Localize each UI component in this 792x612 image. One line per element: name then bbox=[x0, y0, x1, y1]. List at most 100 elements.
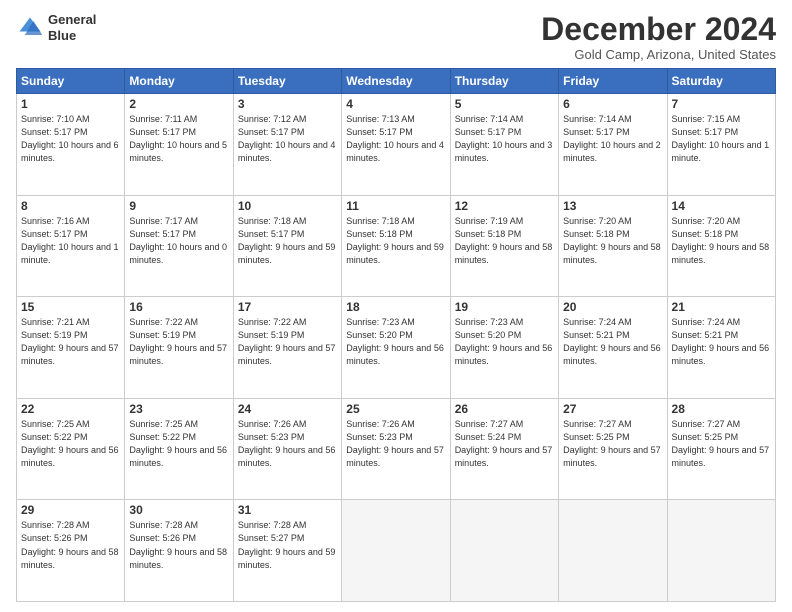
calendar-week-row: 29 Sunrise: 7:28 AMSunset: 5:26 PMDaylig… bbox=[17, 500, 776, 602]
day-number: 11 bbox=[346, 199, 445, 213]
day-number: 16 bbox=[129, 300, 228, 314]
logo-text: General Blue bbox=[48, 12, 96, 43]
table-row: 7 Sunrise: 7:15 AMSunset: 5:17 PMDayligh… bbox=[667, 94, 775, 196]
day-info: Sunrise: 7:22 AMSunset: 5:19 PMDaylight:… bbox=[129, 316, 228, 368]
table-row bbox=[342, 500, 450, 602]
day-number: 8 bbox=[21, 199, 120, 213]
calendar-table: Sunday Monday Tuesday Wednesday Thursday… bbox=[16, 68, 776, 602]
table-row: 18 Sunrise: 7:23 AMSunset: 5:20 PMDaylig… bbox=[342, 297, 450, 399]
day-number: 1 bbox=[21, 97, 120, 111]
page: General Blue December 2024 Gold Camp, Ar… bbox=[0, 0, 792, 612]
day-number: 6 bbox=[563, 97, 662, 111]
day-info: Sunrise: 7:10 AMSunset: 5:17 PMDaylight:… bbox=[21, 113, 120, 165]
day-info: Sunrise: 7:18 AMSunset: 5:18 PMDaylight:… bbox=[346, 215, 445, 267]
col-tuesday: Tuesday bbox=[233, 69, 341, 94]
day-number: 2 bbox=[129, 97, 228, 111]
table-row: 21 Sunrise: 7:24 AMSunset: 5:21 PMDaylig… bbox=[667, 297, 775, 399]
day-number: 26 bbox=[455, 402, 554, 416]
day-number: 7 bbox=[672, 97, 771, 111]
day-number: 20 bbox=[563, 300, 662, 314]
day-number: 31 bbox=[238, 503, 337, 517]
day-number: 13 bbox=[563, 199, 662, 213]
table-row: 16 Sunrise: 7:22 AMSunset: 5:19 PMDaylig… bbox=[125, 297, 233, 399]
logo-icon bbox=[16, 14, 44, 42]
day-number: 17 bbox=[238, 300, 337, 314]
day-number: 19 bbox=[455, 300, 554, 314]
day-number: 15 bbox=[21, 300, 120, 314]
day-number: 27 bbox=[563, 402, 662, 416]
table-row: 25 Sunrise: 7:26 AMSunset: 5:23 PMDaylig… bbox=[342, 398, 450, 500]
day-number: 4 bbox=[346, 97, 445, 111]
day-info: Sunrise: 7:11 AMSunset: 5:17 PMDaylight:… bbox=[129, 113, 228, 165]
day-info: Sunrise: 7:22 AMSunset: 5:19 PMDaylight:… bbox=[238, 316, 337, 368]
col-thursday: Thursday bbox=[450, 69, 558, 94]
col-friday: Friday bbox=[559, 69, 667, 94]
table-row: 12 Sunrise: 7:19 AMSunset: 5:18 PMDaylig… bbox=[450, 195, 558, 297]
table-row: 8 Sunrise: 7:16 AMSunset: 5:17 PMDayligh… bbox=[17, 195, 125, 297]
table-row: 23 Sunrise: 7:25 AMSunset: 5:22 PMDaylig… bbox=[125, 398, 233, 500]
table-row: 1 Sunrise: 7:10 AMSunset: 5:17 PMDayligh… bbox=[17, 94, 125, 196]
day-info: Sunrise: 7:17 AMSunset: 5:17 PMDaylight:… bbox=[129, 215, 228, 267]
table-row: 24 Sunrise: 7:26 AMSunset: 5:23 PMDaylig… bbox=[233, 398, 341, 500]
day-info: Sunrise: 7:19 AMSunset: 5:18 PMDaylight:… bbox=[455, 215, 554, 267]
day-info: Sunrise: 7:15 AMSunset: 5:17 PMDaylight:… bbox=[672, 113, 771, 165]
table-row: 5 Sunrise: 7:14 AMSunset: 5:17 PMDayligh… bbox=[450, 94, 558, 196]
col-sunday: Sunday bbox=[17, 69, 125, 94]
month-title: December 2024 bbox=[541, 12, 776, 47]
day-info: Sunrise: 7:27 AMSunset: 5:24 PMDaylight:… bbox=[455, 418, 554, 470]
day-info: Sunrise: 7:26 AMSunset: 5:23 PMDaylight:… bbox=[238, 418, 337, 470]
day-number: 29 bbox=[21, 503, 120, 517]
table-row: 27 Sunrise: 7:27 AMSunset: 5:25 PMDaylig… bbox=[559, 398, 667, 500]
day-number: 25 bbox=[346, 402, 445, 416]
table-row: 15 Sunrise: 7:21 AMSunset: 5:19 PMDaylig… bbox=[17, 297, 125, 399]
calendar-week-row: 8 Sunrise: 7:16 AMSunset: 5:17 PMDayligh… bbox=[17, 195, 776, 297]
table-row: 30 Sunrise: 7:28 AMSunset: 5:26 PMDaylig… bbox=[125, 500, 233, 602]
table-row: 10 Sunrise: 7:18 AMSunset: 5:17 PMDaylig… bbox=[233, 195, 341, 297]
day-number: 28 bbox=[672, 402, 771, 416]
table-row: 31 Sunrise: 7:28 AMSunset: 5:27 PMDaylig… bbox=[233, 500, 341, 602]
col-saturday: Saturday bbox=[667, 69, 775, 94]
day-info: Sunrise: 7:25 AMSunset: 5:22 PMDaylight:… bbox=[129, 418, 228, 470]
day-info: Sunrise: 7:14 AMSunset: 5:17 PMDaylight:… bbox=[563, 113, 662, 165]
day-number: 12 bbox=[455, 199, 554, 213]
day-info: Sunrise: 7:28 AMSunset: 5:27 PMDaylight:… bbox=[238, 519, 337, 571]
title-block: December 2024 Gold Camp, Arizona, United… bbox=[541, 12, 776, 62]
day-number: 9 bbox=[129, 199, 228, 213]
day-info: Sunrise: 7:20 AMSunset: 5:18 PMDaylight:… bbox=[563, 215, 662, 267]
col-monday: Monday bbox=[125, 69, 233, 94]
day-number: 24 bbox=[238, 402, 337, 416]
calendar-week-row: 22 Sunrise: 7:25 AMSunset: 5:22 PMDaylig… bbox=[17, 398, 776, 500]
day-info: Sunrise: 7:20 AMSunset: 5:18 PMDaylight:… bbox=[672, 215, 771, 267]
table-row: 14 Sunrise: 7:20 AMSunset: 5:18 PMDaylig… bbox=[667, 195, 775, 297]
day-number: 30 bbox=[129, 503, 228, 517]
day-info: Sunrise: 7:24 AMSunset: 5:21 PMDaylight:… bbox=[563, 316, 662, 368]
table-row bbox=[559, 500, 667, 602]
day-info: Sunrise: 7:23 AMSunset: 5:20 PMDaylight:… bbox=[346, 316, 445, 368]
location: Gold Camp, Arizona, United States bbox=[541, 47, 776, 62]
day-info: Sunrise: 7:28 AMSunset: 5:26 PMDaylight:… bbox=[21, 519, 120, 571]
table-row bbox=[667, 500, 775, 602]
day-number: 21 bbox=[672, 300, 771, 314]
day-info: Sunrise: 7:26 AMSunset: 5:23 PMDaylight:… bbox=[346, 418, 445, 470]
table-row: 9 Sunrise: 7:17 AMSunset: 5:17 PMDayligh… bbox=[125, 195, 233, 297]
table-row: 20 Sunrise: 7:24 AMSunset: 5:21 PMDaylig… bbox=[559, 297, 667, 399]
day-info: Sunrise: 7:18 AMSunset: 5:17 PMDaylight:… bbox=[238, 215, 337, 267]
day-number: 14 bbox=[672, 199, 771, 213]
table-row: 6 Sunrise: 7:14 AMSunset: 5:17 PMDayligh… bbox=[559, 94, 667, 196]
calendar-week-row: 1 Sunrise: 7:10 AMSunset: 5:17 PMDayligh… bbox=[17, 94, 776, 196]
day-info: Sunrise: 7:27 AMSunset: 5:25 PMDaylight:… bbox=[672, 418, 771, 470]
day-number: 10 bbox=[238, 199, 337, 213]
day-info: Sunrise: 7:27 AMSunset: 5:25 PMDaylight:… bbox=[563, 418, 662, 470]
table-row: 3 Sunrise: 7:12 AMSunset: 5:17 PMDayligh… bbox=[233, 94, 341, 196]
table-row: 13 Sunrise: 7:20 AMSunset: 5:18 PMDaylig… bbox=[559, 195, 667, 297]
table-row: 2 Sunrise: 7:11 AMSunset: 5:17 PMDayligh… bbox=[125, 94, 233, 196]
day-info: Sunrise: 7:25 AMSunset: 5:22 PMDaylight:… bbox=[21, 418, 120, 470]
day-number: 22 bbox=[21, 402, 120, 416]
day-number: 5 bbox=[455, 97, 554, 111]
day-info: Sunrise: 7:28 AMSunset: 5:26 PMDaylight:… bbox=[129, 519, 228, 571]
table-row: 22 Sunrise: 7:25 AMSunset: 5:22 PMDaylig… bbox=[17, 398, 125, 500]
table-row: 26 Sunrise: 7:27 AMSunset: 5:24 PMDaylig… bbox=[450, 398, 558, 500]
day-info: Sunrise: 7:13 AMSunset: 5:17 PMDaylight:… bbox=[346, 113, 445, 165]
table-row: 29 Sunrise: 7:28 AMSunset: 5:26 PMDaylig… bbox=[17, 500, 125, 602]
day-number: 18 bbox=[346, 300, 445, 314]
